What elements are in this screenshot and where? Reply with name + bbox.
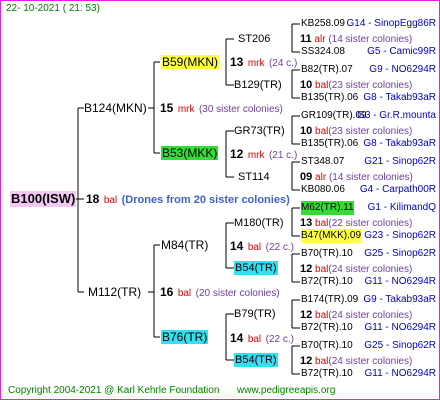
ancestor-ref[interactable]: G8 - Takab93aR [363, 91, 436, 105]
gen3-name[interactable]: B54(TR) [234, 353, 278, 367]
queen-num: 18 [86, 192, 100, 206]
ancestor-ref[interactable]: G9 - Takab93aR [363, 293, 436, 307]
sire-dam-name[interactable]: B53(MKK) [161, 146, 219, 160]
queen-inbreeding: 18 bal (Drones from 20 sister colonies) [86, 192, 290, 208]
ancestor-ref[interactable]: G11 - NO6294R [364, 321, 436, 335]
gen3-name[interactable]: GR73(TR) [234, 124, 285, 138]
gen3-name[interactable]: ST206 [238, 32, 270, 46]
dam-name[interactable]: M112(TR) [88, 285, 141, 299]
ancestor-name[interactable]: B72(TR).10 [301, 367, 353, 381]
ancestor-name[interactable]: B70(TR).10 [301, 247, 353, 261]
sire-sire-inbreeding: 13 mrk (24 c.) [230, 55, 298, 69]
ancestor-ref[interactable]: G23 - Sinop62R [364, 229, 436, 243]
ancestor-name[interactable]: SS324.08 [301, 45, 345, 59]
sire-sire-name[interactable]: B59(MKN) [161, 55, 220, 69]
sire-inbreeding: 15 mrk (30 sister colonies) [160, 101, 283, 115]
ancestor-ref[interactable]: G5 - Camic99R [367, 45, 436, 59]
gen3-name[interactable]: M180(TR) [234, 216, 284, 230]
ancestor-name[interactable]: B135(TR).06 [301, 91, 358, 105]
ancestor-name[interactable]: B72(TR).10 [301, 321, 353, 335]
ancestor-ref[interactable]: G25 - Sinop62R [364, 247, 436, 261]
ancestor-ref[interactable]: G14 - SinopEgg86R [346, 17, 436, 31]
dam-sire-inbreeding: 14 bal (22 c.) [230, 239, 294, 253]
ancestor-ref[interactable]: G3 - Gr.R.mounta [357, 109, 436, 123]
ancestor-ref[interactable]: G1 - KilimandQ [368, 201, 436, 215]
ancestor-ref[interactable]: G9 - NO6294R [369, 63, 436, 77]
dam-dam-name[interactable]: B76(TR) [161, 330, 209, 344]
ancestor-name[interactable]: B174(TR).09 [301, 293, 358, 307]
ancestor-name[interactable]: KB258.09 [301, 17, 345, 31]
sire-dam-inbreeding: 12 mrk (21 c.) [230, 147, 298, 161]
ancestor-name[interactable]: B72(TR).10 [301, 275, 353, 289]
report-date: 22- 10-2021 ( 21: 53) [6, 3, 100, 14]
ancestor-name[interactable]: KB080.06 [301, 183, 345, 197]
gen3-name[interactable]: B79(TR) [234, 307, 276, 321]
queen-unit: bal [103, 195, 118, 206]
ancestor-ref[interactable]: G4 - Carpath00R [360, 183, 436, 197]
site-link[interactable]: www.pedigreeapis.org [237, 384, 335, 398]
ancestor-ref[interactable]: G8 - Takab93aR [363, 137, 436, 151]
gen3-name[interactable]: B129(TR) [234, 78, 282, 92]
gen3-name[interactable]: ST114 [238, 170, 270, 184]
queen-name[interactable]: B100(ISW) [10, 191, 77, 207]
copyright-text: Copyright 2004-2021 @ Karl Kehrle Founda… [8, 385, 220, 396]
ancestor-name[interactable]: B135(TR).06 [301, 137, 358, 151]
gen3-name[interactable]: B54(TR) [234, 261, 278, 275]
ancestor-name[interactable]: B70(TR).10 [301, 339, 353, 353]
ancestor-name[interactable]: ST348.07 [301, 155, 344, 169]
sire-name[interactable]: B124(MKN) [84, 101, 147, 115]
ancestor-name[interactable]: M62(TR).11 [301, 201, 354, 215]
ancestor-ref[interactable]: G11 - NO6294R [364, 275, 436, 289]
dam-inbreeding: 16 bal (20 sister colonies) [160, 285, 280, 299]
ancestor-ref[interactable]: G25 - Sinop62R [364, 339, 436, 353]
ancestor-name[interactable]: B82(TR).07 [301, 63, 353, 77]
dam-sire-name[interactable]: M84(TR) [161, 238, 208, 252]
dam-dam-inbreeding: 14 bal (22 c.) [230, 331, 294, 345]
ancestor-ref[interactable]: G21 - Sinop62R [364, 155, 436, 169]
ancestor-name[interactable]: B47(MKK).09 [301, 229, 362, 243]
ancestor-ref[interactable]: G11 - NO6294R [364, 367, 436, 381]
queen-drones-note: (Drones from 20 sister colonies) [121, 194, 290, 206]
